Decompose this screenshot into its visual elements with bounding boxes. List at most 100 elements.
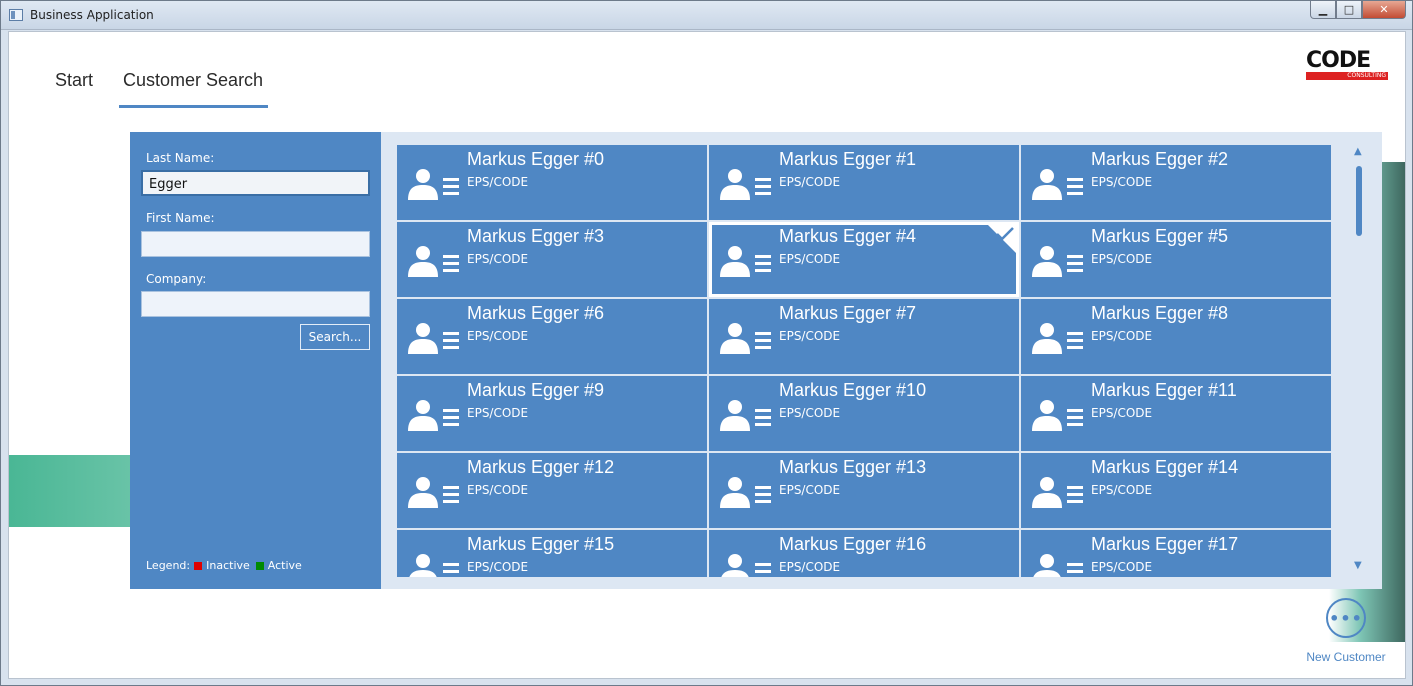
first-name-input[interactable]	[141, 231, 370, 257]
customer-company: EPS/CODE	[779, 406, 841, 420]
legend: Legend: Inactive Active	[146, 559, 302, 572]
new-customer-button[interactable]: ••• New Customer	[1301, 598, 1391, 664]
customer-name: Markus Egger #10	[779, 380, 927, 400]
contact-card-icon	[1032, 323, 1083, 354]
contact-card-icon	[409, 554, 459, 577]
customer-tile[interactable]: Markus Egger #0 EPS/CODE	[397, 145, 707, 220]
customer-tile[interactable]: Markus Egger #14 EPS/CODE	[1021, 453, 1331, 528]
contact-card-icon	[720, 169, 771, 200]
customer-company: EPS/CODE	[1091, 329, 1153, 343]
contact-card-icon	[1032, 477, 1083, 508]
customer-tile[interactable]: Markus Egger #17 EPS/CODE	[1021, 530, 1331, 577]
contact-card-icon	[408, 477, 459, 508]
contact-card-icon	[408, 169, 459, 200]
customer-company: EPS/CODE	[467, 175, 529, 189]
close-icon: ✕	[1379, 3, 1389, 16]
last-name-label: Last Name:	[146, 151, 215, 165]
customer-tile[interactable]: Markus Egger #8 EPS/CODE	[1021, 299, 1331, 374]
new-customer-label: New Customer	[1306, 650, 1386, 664]
customer-tile[interactable]: Markus Egger #9 EPS/CODE	[397, 376, 707, 451]
customer-name: Markus Egger #11	[1091, 380, 1237, 400]
customer-company: EPS/CODE	[467, 406, 529, 420]
customer-company: EPS/CODE	[467, 560, 529, 574]
customer-company: EPS/CODE	[1091, 560, 1153, 574]
customer-company: EPS/CODE	[1091, 252, 1153, 266]
maximize-button[interactable]: □	[1336, 1, 1362, 19]
legend-inactive-label: Inactive	[206, 559, 250, 572]
customer-company: EPS/CODE	[1091, 483, 1153, 497]
last-name-input[interactable]: Egger	[141, 170, 370, 196]
customer-company: EPS/CODE	[779, 252, 841, 266]
customer-tile[interactable]: Markus Egger #3 EPS/CODE	[397, 222, 707, 297]
customer-tile[interactable]: Markus Egger #15 EPS/CODE	[397, 530, 707, 577]
company-label: Company:	[146, 272, 207, 286]
logo-subtext: CONSULTING	[1347, 72, 1386, 79]
customer-name: Markus Egger #2	[1091, 149, 1229, 169]
nav-tabs: Start Customer Search	[55, 70, 298, 108]
contact-card-icon	[408, 323, 459, 354]
active-swatch	[255, 561, 264, 570]
customer-name: Markus Egger #13	[779, 457, 927, 477]
contact-card-icon	[720, 323, 771, 354]
close-button[interactable]: ✕	[1362, 1, 1406, 19]
customer-tile[interactable]: Markus Egger #10 EPS/CODE	[709, 376, 1019, 451]
title-bar[interactable]: Business Application ▁ □ ✕	[1, 1, 1412, 30]
contact-card-icon	[721, 554, 771, 577]
customer-name: Markus Egger #1	[779, 149, 917, 169]
minimize-button[interactable]: ▁	[1310, 1, 1336, 19]
app-icon	[9, 9, 23, 21]
app-window: Business Application ▁ □ ✕ Start Custome…	[0, 0, 1413, 686]
logo-text: CODE	[1306, 48, 1371, 73]
customer-name: Markus Egger #0	[467, 149, 605, 169]
customer-name: Markus Egger #17	[1091, 534, 1239, 554]
customer-tile[interactable]: Markus Egger #1 EPS/CODE	[709, 145, 1019, 220]
results-panel: Markus Egger #0 EPS/CODE Markus Egger #1 EP…	[381, 132, 1382, 589]
customer-name: Markus Egger #4	[779, 226, 917, 246]
contact-card-icon	[408, 400, 459, 431]
customer-name: Markus Egger #15	[467, 534, 615, 554]
customer-company: EPS/CODE	[467, 483, 529, 497]
customer-tile[interactable]: Markus Egger #2 EPS/CODE	[1021, 145, 1331, 220]
client-area: Start Customer Search CODE CONSULTING La…	[8, 31, 1406, 679]
window-controls: ▁ □ ✕	[1310, 1, 1406, 20]
customer-name: Markus Egger #5	[1091, 226, 1229, 246]
customer-company: EPS/CODE	[779, 175, 841, 189]
first-name-label: First Name:	[146, 211, 215, 225]
customer-name: Markus Egger #7	[779, 303, 917, 323]
contact-card-icon	[408, 246, 459, 277]
tab-customer-search[interactable]: Customer Search	[119, 70, 269, 108]
customer-tile[interactable]: Markus Egger #5 EPS/CODE	[1021, 222, 1331, 297]
customer-tile[interactable]: Markus Egger #4 EPS/CODE	[709, 222, 1019, 297]
customer-name: Markus Egger #8	[1091, 303, 1229, 323]
scroll-down-icon[interactable]: ▼	[1354, 560, 1362, 571]
customer-tile[interactable]: Markus Egger #16 EPS/CODE	[709, 530, 1019, 577]
scroll-thumb[interactable]	[1356, 166, 1362, 236]
customer-tile[interactable]: Markus Egger #11 EPS/CODE	[1021, 376, 1331, 451]
customer-name: Markus Egger #16	[779, 534, 927, 554]
maximize-icon: □	[1343, 3, 1355, 16]
customer-tile[interactable]: Markus Egger #12 EPS/CODE	[397, 453, 707, 528]
customer-company: EPS/CODE	[779, 329, 841, 343]
customer-tile[interactable]: Markus Egger #7 EPS/CODE	[709, 299, 1019, 374]
minimize-icon: ▁	[1318, 3, 1328, 16]
customer-name: Markus Egger #14	[1091, 457, 1239, 477]
customer-name: Markus Egger #12	[467, 457, 615, 477]
legend-active-label: Active	[267, 559, 302, 572]
company-input[interactable]	[141, 291, 370, 317]
customer-tile[interactable]: Markus Egger #6 EPS/CODE	[397, 299, 707, 374]
results-scrollbar[interactable]: ▲ ▼	[1352, 144, 1366, 578]
customer-company: EPS/CODE	[1091, 175, 1153, 189]
scroll-up-icon[interactable]: ▲	[1354, 146, 1362, 157]
customer-company: EPS/CODE	[467, 252, 529, 266]
contact-card-icon	[720, 246, 771, 277]
results-grid: Markus Egger #0 EPS/CODE Markus Egger #1 EP…	[397, 145, 1333, 577]
customer-company: EPS/CODE	[779, 483, 841, 497]
code-logo: CODE CONSULTING	[1306, 50, 1388, 82]
customer-tile[interactable]: Markus Egger #13 EPS/CODE	[709, 453, 1019, 528]
search-panel: Last Name: Egger First Name: Company: Se…	[130, 132, 381, 589]
contact-card-icon	[1032, 169, 1083, 200]
search-button[interactable]: Search...	[300, 324, 370, 350]
tab-start[interactable]: Start	[55, 70, 93, 108]
customer-company: EPS/CODE	[779, 560, 841, 574]
contact-card-icon	[1033, 554, 1083, 577]
